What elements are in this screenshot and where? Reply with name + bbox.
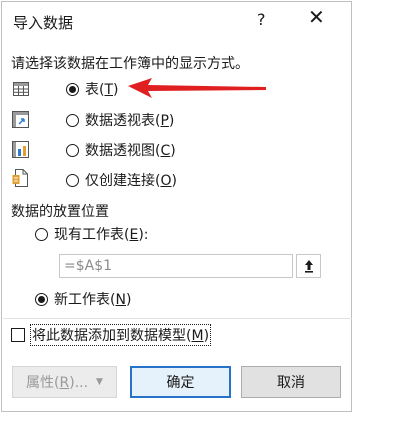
radio-indicator xyxy=(35,227,48,241)
close-button[interactable]: ✕ xyxy=(308,7,325,27)
connection-only-icon xyxy=(12,169,28,191)
dropdown-arrow-icon: ▼ xyxy=(96,377,103,387)
table-icon xyxy=(13,82,29,100)
radio-indicator xyxy=(66,143,79,157)
annotation-arrow-icon xyxy=(128,78,266,98)
help-button[interactable]: ? xyxy=(257,10,266,29)
radio-pivot-chart[interactable]: 数据透视图(C) xyxy=(66,139,176,161)
radio-table[interactable]: 表(T) xyxy=(66,78,119,100)
upload-arrow-icon xyxy=(304,260,313,273)
radio-existing-worksheet[interactable]: 现有工作表(E): xyxy=(35,223,149,245)
radio-new-worksheet[interactable]: 新工作表(N) xyxy=(35,288,131,310)
radio-indicator xyxy=(66,173,79,187)
dialog-title: 导入数据 xyxy=(13,14,74,32)
radio-pivot-table[interactable]: 数据透视表(P) xyxy=(66,109,174,131)
location-input[interactable]: =$A$1 xyxy=(59,254,293,278)
display-prompt: 请选择该数据在工作簿中的显示方式。 xyxy=(11,56,249,72)
radio-indicator xyxy=(66,82,79,96)
radio-label: 数据透视图(C) xyxy=(85,143,176,159)
radio-label: 现有工作表(E): xyxy=(54,227,149,243)
radio-label: 新工作表(N) xyxy=(54,292,132,308)
add-to-data-model-checkbox[interactable]: 将此数据添加到数据模型(M) xyxy=(11,324,212,346)
divider xyxy=(3,318,352,319)
checkbox-label: 将此数据添加到数据模型(M) xyxy=(30,324,212,346)
properties-label: 属性(R)... xyxy=(26,375,89,391)
properties-button[interactable]: 属性(R)... ▼ xyxy=(12,366,117,398)
radio-connection-only[interactable]: 仅创建连接(O) xyxy=(66,169,177,191)
pivot-table-icon xyxy=(12,111,29,132)
radio-label: 表(T) xyxy=(85,82,119,98)
ok-button[interactable]: 确定 xyxy=(130,366,231,398)
import-data-dialog: 导入数据 ? ✕ 请选择该数据在工作簿中的显示方式。 表(T) 数据透视表(P) xyxy=(1,1,352,412)
radio-indicator xyxy=(35,292,48,306)
radio-label: 仅创建连接(O) xyxy=(85,173,177,189)
pivot-chart-icon xyxy=(12,141,29,162)
radio-label: 数据透视表(P) xyxy=(85,113,175,129)
checkbox-indicator xyxy=(11,328,25,342)
radio-indicator xyxy=(66,113,79,127)
cancel-button[interactable]: 取消 xyxy=(241,366,341,398)
collapse-dialog-button[interactable] xyxy=(296,254,321,278)
placement-heading: 数据的放置位置 xyxy=(11,204,109,220)
